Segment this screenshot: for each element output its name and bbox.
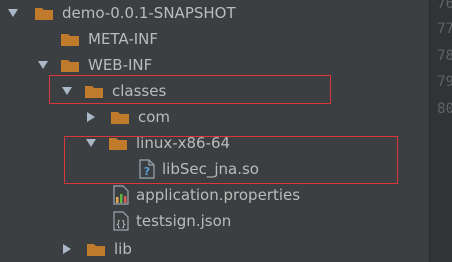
- unknown-file-icon: ?: [138, 159, 156, 179]
- node-label: classes: [112, 82, 167, 100]
- line-number: 80: [437, 101, 452, 117]
- json-file-icon: {}: [112, 211, 130, 231]
- properties-file-icon: [112, 185, 130, 205]
- tree-node-application-properties[interactable]: application.properties: [112, 182, 300, 208]
- folder-icon: [84, 83, 104, 99]
- node-label: WEB-INF: [88, 56, 153, 74]
- node-label: libSec_jna.so: [162, 160, 259, 178]
- tree-node-linux-x86-64[interactable]: linux-x86-64: [84, 130, 230, 156]
- folder-icon: [110, 109, 130, 125]
- tree-node-com[interactable]: com: [84, 104, 170, 130]
- triangle-down-icon[interactable]: [36, 58, 50, 72]
- folder-icon: [86, 241, 106, 257]
- node-label: com: [138, 108, 171, 126]
- folder-icon: [34, 5, 54, 21]
- svg-text:?: ?: [144, 165, 150, 178]
- node-label: demo-0.0.1-SNAPSHOT: [62, 4, 236, 22]
- svg-text:{}: {}: [116, 220, 127, 230]
- node-label: testsign.json: [136, 212, 232, 230]
- node-label: META-INF: [88, 30, 159, 48]
- folder-icon: [108, 135, 128, 151]
- tree-node-testsign-json[interactable]: {} testsign.json: [112, 208, 231, 234]
- tree-node-lib[interactable]: lib: [60, 236, 132, 262]
- line-number: 78: [437, 48, 452, 64]
- tree-node-libsec-jna-so[interactable]: ? libSec_jna.so: [138, 156, 259, 182]
- triangle-right-icon[interactable]: [60, 242, 74, 256]
- triangle-down-icon[interactable]: [84, 136, 98, 150]
- editor-gutter: 76 77 78 79 80: [429, 0, 452, 262]
- triangle-right-icon[interactable]: [84, 110, 98, 124]
- tree-node-web-inf[interactable]: WEB-INF: [36, 52, 152, 78]
- line-number: 77: [437, 21, 452, 37]
- line-number: 76: [437, 0, 452, 12]
- tree-node-classes[interactable]: classes: [60, 78, 166, 104]
- folder-icon: [60, 57, 80, 73]
- triangle-down-icon[interactable]: [6, 6, 20, 20]
- node-label: linux-x86-64: [136, 134, 231, 152]
- project-tree: demo-0.0.1-SNAPSHOT META-INF WEB-INF cla…: [0, 0, 430, 262]
- line-number: 79: [437, 74, 452, 90]
- tree-node-meta-inf[interactable]: META-INF: [60, 26, 158, 52]
- folder-icon: [60, 31, 80, 47]
- tree-node-root[interactable]: demo-0.0.1-SNAPSHOT: [6, 0, 236, 26]
- node-label: lib: [114, 240, 132, 258]
- node-label: application.properties: [136, 186, 301, 204]
- triangle-down-icon[interactable]: [60, 84, 74, 98]
